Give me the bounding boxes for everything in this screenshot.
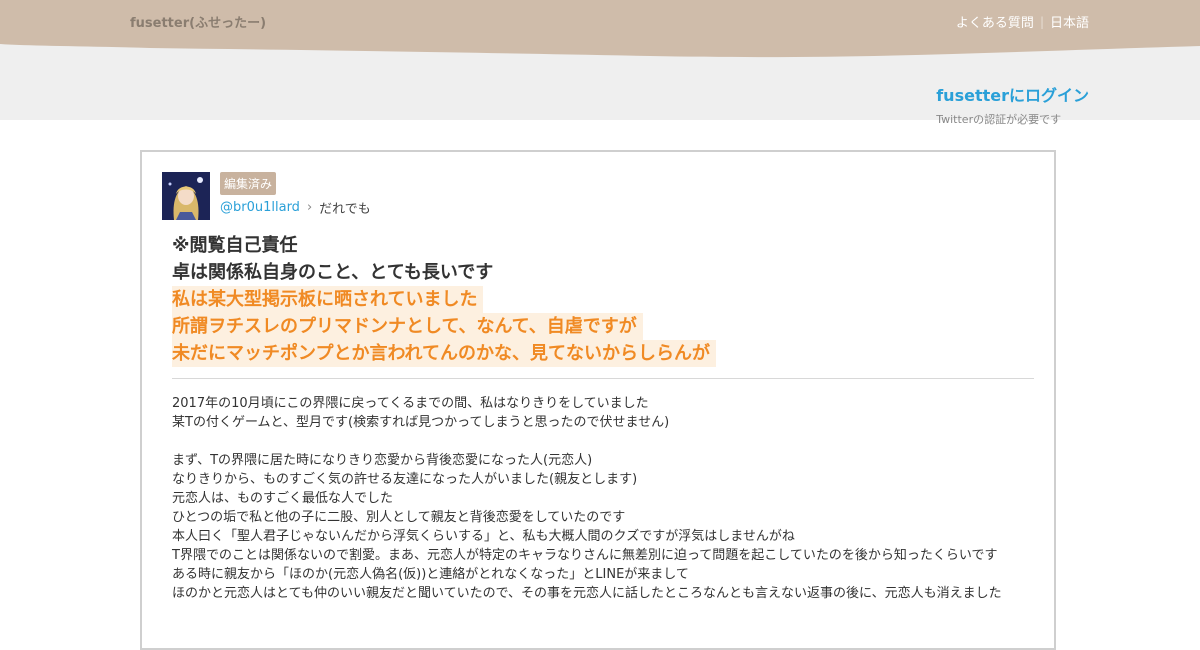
body-paragraph: なりきりから、ものすごく気の許せる友達になった人がいました(親友とします) bbox=[172, 472, 638, 487]
login-note: Twitterの認証が必要です bbox=[936, 113, 1062, 126]
edited-badge: 編集済み bbox=[220, 172, 277, 195]
author-link[interactable]: @br0u1llard bbox=[220, 200, 300, 215]
highlighted-line: 私は某大型掲示板に晒されていました bbox=[172, 286, 484, 313]
nav-separator: | bbox=[1039, 14, 1044, 29]
post-body: 2017年の10月頃にこの界隈に戻ってくるまでの間、私はなりきりをしていました … bbox=[172, 394, 1034, 603]
body-paragraph: 元恋人は、ものすごく最低な人でした bbox=[172, 491, 394, 506]
body-paragraph: 2017年の10月頃にこの界隈に戻ってくるまでの間、私はなりきりをしていました bbox=[172, 396, 649, 411]
headline-line: ※閲覧自己責任 bbox=[172, 235, 298, 256]
audience-label: だれでも bbox=[319, 202, 371, 217]
chevron-right-icon: › bbox=[306, 200, 313, 215]
body-paragraph: 某Tの付くゲームと、型月です(検索すれば見つかってしまうと思ったので伏せません) bbox=[172, 415, 670, 430]
body-paragraph: 本人曰く「聖人君子じゃないんだから浮気くらいする」と、私も大概人間のクズですが浮… bbox=[172, 529, 795, 544]
post-headline: ※閲覧自己責任 卓は関係私自身のこと、とても長いです 私は某大型掲示板に晒されて… bbox=[172, 232, 1034, 367]
post-card: 編集済み @br0u1llard › だれでも ※閲覧自己責任 卓は関係私自身の… bbox=[140, 150, 1056, 650]
language-link[interactable]: 日本語 bbox=[1050, 12, 1089, 31]
highlighted-line: 所謂ヲチスレのプリマドンナとして、なんて、自虐ですが bbox=[172, 313, 643, 340]
body-paragraph: T界隈でのことは関係ないので割愛。まあ、元恋人が特定のキャラなりさんに無差別に迫… bbox=[172, 548, 998, 563]
body-paragraph: ほのかと元恋人はとても仲のいい親友だと聞いていたので、その事を元恋人に話したとこ… bbox=[172, 586, 1002, 601]
highlighted-line: 未だにマッチポンプとか言われてんのかな、見てないからしらんが bbox=[172, 340, 717, 367]
login-link[interactable]: fusetterにログイン bbox=[936, 82, 1089, 106]
body-paragraph: ある時に親友から「ほのか(元恋人偽名(仮))と連絡がとれなくなった」とLINEが… bbox=[172, 567, 689, 582]
headline-line: 卓は関係私自身のこと、とても長いです bbox=[172, 262, 494, 283]
avatar[interactable] bbox=[162, 172, 210, 220]
content-divider bbox=[172, 378, 1034, 379]
top-nav: よくある質問 | 日本語 bbox=[956, 12, 1089, 32]
post-meta: @br0u1llard › だれでも bbox=[220, 198, 371, 217]
body-paragraph: まず、Tの界隈に居た時になりきり恋愛から背後恋愛になった人(元恋人) bbox=[172, 453, 593, 468]
body-blank-line bbox=[172, 432, 1034, 451]
site-logo[interactable]: fusetter(ふせったー) bbox=[130, 12, 266, 31]
faq-link[interactable]: よくある質問 bbox=[956, 12, 1034, 31]
login-box: fusetterにログイン Twitterの認証が必要です bbox=[936, 82, 1089, 127]
body-paragraph: ひとつの垢で私と他の子に二股、別人として親友と背後恋愛をしていたのです bbox=[172, 510, 626, 525]
